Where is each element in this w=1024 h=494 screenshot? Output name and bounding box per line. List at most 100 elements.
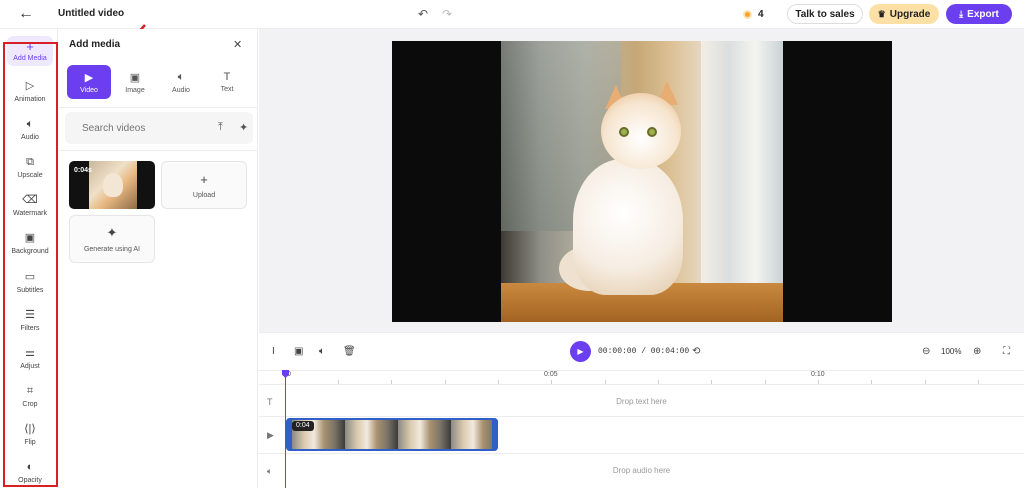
upgrade-label: Upgrade bbox=[889, 8, 931, 20]
cat-body bbox=[573, 159, 683, 295]
flip-icon: ⟨|⟩ bbox=[24, 423, 36, 435]
opacity-icon: ◐ bbox=[26, 461, 34, 473]
credits-counter[interactable]: 4 bbox=[743, 5, 764, 23]
text-icon: T bbox=[223, 71, 231, 83]
rail-item-label: Upscale bbox=[17, 172, 43, 179]
upload-label: Upload bbox=[192, 191, 216, 199]
search-input[interactable] bbox=[82, 122, 202, 134]
back-arrow-icon[interactable]: ← bbox=[16, 5, 36, 23]
video-icon: ▶ bbox=[267, 430, 274, 440]
zoom-out-icon[interactable]: ⊖ bbox=[922, 346, 930, 357]
rail-item-flip[interactable]: ⟨|⟩ Flip bbox=[4, 422, 56, 456]
ruler-label: 0:05 bbox=[544, 371, 558, 378]
ruler-label: 0:10 bbox=[811, 371, 825, 378]
rail-item-subtitles[interactable]: ▭ Subtitles bbox=[4, 270, 56, 304]
play-icon: ▶ bbox=[577, 347, 584, 356]
fullscreen-icon[interactable]: ⛶ bbox=[1003, 346, 1010, 357]
tab-video[interactable]: ▶ Video bbox=[67, 65, 111, 99]
upgrade-button[interactable]: ♛ Upgrade bbox=[869, 4, 939, 24]
rail-item-label: Background bbox=[11, 248, 49, 255]
curtain bbox=[701, 41, 783, 322]
tab-label: Video bbox=[80, 86, 98, 94]
audio-track[interactable]: 🔈︎ Drop audio here bbox=[259, 453, 1024, 488]
tab-label: Image bbox=[125, 86, 145, 94]
thumbnail-cat bbox=[103, 173, 123, 197]
clip-trim-handle-right[interactable] bbox=[493, 418, 498, 451]
video-preview[interactable] bbox=[392, 41, 892, 322]
rail-item-label: Flip bbox=[24, 439, 36, 446]
rail-item-watermark[interactable]: ⌫ Watermark bbox=[4, 193, 56, 227]
audio-drop-zone: Drop audio here bbox=[612, 466, 671, 475]
cat-eye bbox=[647, 127, 657, 137]
filter-icon: ☰ bbox=[25, 309, 35, 321]
image-icon[interactable]: ▣ bbox=[294, 346, 303, 357]
export-label: Export bbox=[967, 8, 999, 20]
plus-icon: + bbox=[26, 39, 34, 54]
image-icon: ▣ bbox=[129, 71, 141, 84]
rail-item-animation[interactable]: ▷ Animation bbox=[4, 79, 56, 113]
add-media-panel: Add media ✕ ▶ Video ▣ Image 🔈︎ Audio T T… bbox=[58, 29, 258, 488]
generate-ai-card[interactable]: ✦ Generate using AI bbox=[69, 215, 155, 263]
clip-trim-handle-left[interactable] bbox=[286, 418, 291, 451]
rail-item-crop[interactable]: ⌗ Crop bbox=[4, 384, 56, 418]
cat-eye bbox=[619, 127, 629, 137]
export-button[interactable]: ⤓ Export bbox=[946, 4, 1012, 24]
download-icon: ⤓ bbox=[959, 8, 964, 19]
top-bar: ← Untitled video ↶ ↷ 4 Talk to sales ♛ U… bbox=[0, 0, 1024, 29]
playhead[interactable] bbox=[285, 370, 286, 488]
rail-item-background[interactable]: ▣ Background bbox=[4, 231, 56, 265]
add-media-button[interactable]: + Add Media bbox=[7, 36, 53, 66]
clip-frames bbox=[292, 420, 492, 449]
loop-icon[interactable]: ⟲ bbox=[692, 346, 700, 357]
timeline-ruler[interactable]: 0 0:05 0:10 bbox=[259, 370, 1024, 385]
tab-audio[interactable]: 🔈︎ Audio bbox=[159, 65, 203, 99]
video-clip[interactable]: 0:04 bbox=[286, 418, 498, 451]
upload-icon[interactable]: ⤒ bbox=[218, 121, 223, 134]
tab-text[interactable]: T Text bbox=[205, 65, 249, 99]
text-track[interactable]: T Drop text here bbox=[259, 384, 1024, 420]
play-button[interactable]: ▶ bbox=[570, 341, 591, 362]
talk-to-sales-button[interactable]: Talk to sales bbox=[787, 4, 863, 24]
crop-icon: ⌗ bbox=[26, 385, 34, 397]
rail-item-opacity[interactable]: ◐ Opacity bbox=[4, 460, 56, 494]
clip-duration: 0:04 bbox=[292, 421, 314, 431]
cat-photo bbox=[501, 41, 783, 322]
rail-item-filters[interactable]: ☰ Filters bbox=[4, 308, 56, 342]
rail-item-label: Opacity bbox=[18, 477, 42, 484]
thumbnail-duration: 0:04s bbox=[74, 167, 92, 174]
text-cursor-icon[interactable]: I bbox=[272, 346, 275, 357]
rail-item-label: Animation bbox=[14, 96, 46, 103]
divider bbox=[58, 150, 258, 151]
tab-image[interactable]: ▣ Image bbox=[113, 65, 157, 99]
rail-item-upscale[interactable]: ⧉ Upscale bbox=[4, 155, 56, 189]
rail-item-label: Filters bbox=[20, 325, 40, 332]
rail-item-label: Subtitles bbox=[16, 287, 44, 294]
tab-label: Audio bbox=[172, 86, 190, 94]
play-outline-icon: ▷ bbox=[25, 80, 35, 92]
speaker-icon[interactable]: 🔈︎ bbox=[319, 346, 325, 357]
rail-item-adjust[interactable]: ⚌ Adjust bbox=[4, 346, 56, 380]
close-icon[interactable]: ✕ bbox=[233, 38, 242, 51]
video-icon: ▶ bbox=[84, 71, 94, 84]
text-drop-zone: Drop text here bbox=[616, 397, 667, 406]
search-bar: ⤒ ✦ bbox=[65, 112, 253, 144]
subtitles-icon: ▭ bbox=[24, 271, 36, 283]
rail-item-audio[interactable]: 🔈︎ Audio bbox=[4, 117, 56, 151]
cat-head bbox=[601, 93, 681, 169]
trash-icon[interactable]: 🗑︎ bbox=[343, 346, 356, 357]
redo-icon[interactable]: ↷ bbox=[442, 7, 452, 21]
rail-item-label: Crop bbox=[22, 401, 38, 408]
zoom-in-icon[interactable]: ⊕ bbox=[973, 346, 981, 357]
speaker-icon: 🔈︎ bbox=[177, 70, 185, 83]
project-title[interactable]: Untitled video bbox=[58, 8, 124, 19]
media-thumbnail[interactable]: 0:04s bbox=[69, 161, 155, 209]
zoom-level: 100% bbox=[941, 347, 962, 356]
credits-count: 4 bbox=[758, 8, 764, 20]
generate-label: Generate using AI bbox=[83, 246, 141, 253]
sliders-icon: ⚌ bbox=[25, 347, 35, 359]
undo-icon[interactable]: ↶ bbox=[418, 7, 428, 21]
sparkle-icon[interactable]: ✦ bbox=[239, 121, 248, 134]
plus-icon: + bbox=[200, 171, 208, 187]
crown-icon: ♛ bbox=[877, 8, 886, 19]
upload-card[interactable]: + Upload bbox=[161, 161, 247, 209]
